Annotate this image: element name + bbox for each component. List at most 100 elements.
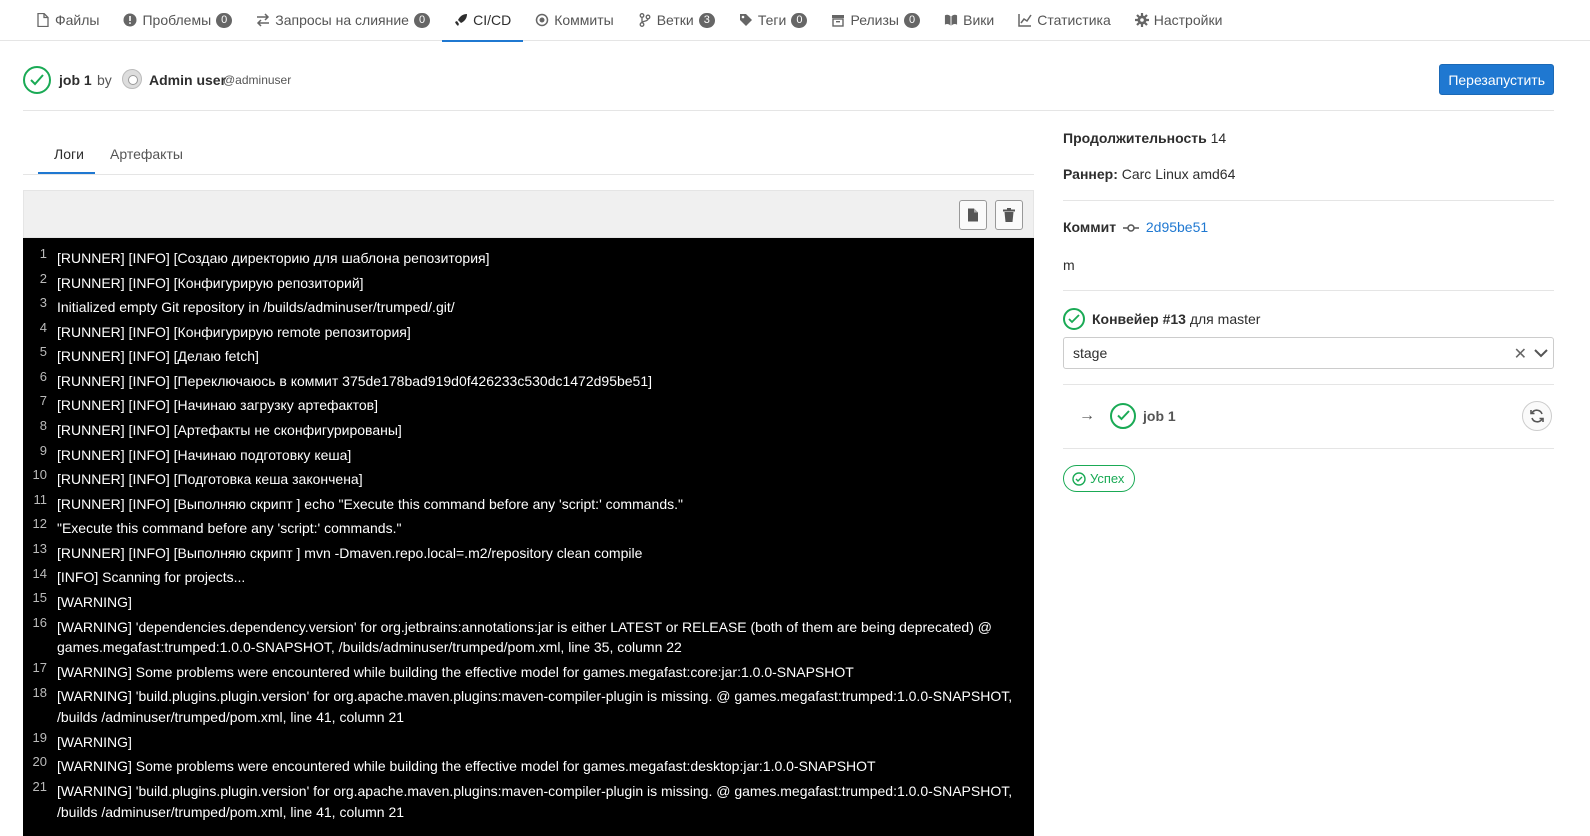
nav-issues[interactable]: Проблемы 0 [111, 0, 244, 41]
log-line-text: [RUNNER] [INFO] [Делаю fetch] [57, 348, 259, 365]
clear-icon[interactable]: ✕ [1514, 344, 1527, 364]
log-line-number[interactable]: 11 [23, 492, 57, 517]
log-line-number[interactable]: 3 [23, 295, 57, 320]
arrow-right-icon: → [1079, 407, 1095, 424]
log-line-text: [RUNNER] [INFO] [Подготовка кеша законче… [57, 471, 363, 488]
log-line-number[interactable]: 19 [23, 730, 57, 755]
log-line: 21 [WARNING] 'build.plugins.plugin.versio… [23, 779, 1034, 824]
log-line-text: [WARNING] Some problems were encountered… [57, 758, 876, 775]
erase-log-button[interactable] [995, 200, 1023, 230]
nav-issues-label: Проблемы [142, 12, 212, 28]
log-line-number[interactable]: 20 [23, 754, 57, 779]
log-line-text: [WARNING] Some problems were encountered… [57, 663, 854, 680]
commit-label: Коммит [1063, 219, 1117, 235]
log-line: 15 [WARNING] [23, 590, 1034, 615]
job-sidebar: Продолжительность 14 Раннер: Carc Linux … [1063, 111, 1554, 836]
check-circle-icon [1072, 471, 1086, 486]
job-list-name[interactable]: job 1 [1143, 408, 1176, 424]
log-line-number[interactable]: 9 [23, 443, 57, 468]
status-label: Успех [1090, 471, 1125, 486]
job-retry-button[interactable] [1522, 401, 1552, 431]
nav-files-label: Файлы [55, 12, 100, 28]
raw-log-button[interactable] [959, 200, 987, 230]
log-line: 4 [RUNNER] [INFO] [Конфигурирую remote ре… [23, 320, 1034, 345]
job-success-icon [1110, 403, 1136, 429]
branches-count-badge: 3 [698, 12, 715, 28]
tag-icon [739, 14, 752, 26]
log-line-number[interactable]: 17 [23, 660, 57, 685]
log-line-number[interactable]: 5 [23, 344, 57, 369]
nav-cicd-label: CI/CD [473, 12, 512, 28]
commit-icon [1122, 224, 1139, 233]
nav-settings[interactable]: Настройки [1123, 0, 1235, 41]
pipeline-row: Конвейер #13 для master [1092, 311, 1260, 327]
log-line-text: [RUNNER] [INFO] [Выполняю скрипт ] mvn -… [57, 544, 643, 561]
job-header: job 1 by Admin user @adminuser Перезапус… [23, 63, 1554, 111]
retry-button[interactable]: Перезапустить [1439, 64, 1554, 95]
log-line: 8 [RUNNER] [INFO] [Артефакты не сконфигур… [23, 418, 1034, 443]
nav-wiki[interactable]: Вики [932, 0, 1006, 41]
log-line-number[interactable]: 1 [23, 246, 57, 271]
log-line-text: [RUNNER] [INFO] [Создаю директорию для ш… [57, 249, 490, 266]
log-line: 18 [WARNING] 'build.plugins.plugin.versio… [23, 685, 1034, 730]
job-list-item[interactable]: → job 1 [1063, 391, 1554, 443]
releases-count-badge: 0 [903, 12, 921, 28]
stage-dropdown[interactable]: stage ✕ [1063, 337, 1554, 369]
duration-label: Продолжительность [1063, 130, 1207, 146]
pipeline-link[interactable]: Конвейер #13 [1092, 311, 1186, 327]
log-line-number[interactable]: 18 [23, 685, 57, 730]
log-line-text: [RUNNER] [INFO] [Конфигурирую remote реп… [57, 323, 411, 340]
log-line-text: [WARNING] [57, 594, 132, 611]
log-line-number[interactable]: 16 [23, 615, 57, 660]
log-line-number[interactable]: 14 [23, 566, 57, 591]
runner-label: Раннер: [1063, 166, 1118, 182]
nav-tags-label: Теги [757, 12, 787, 28]
divider [1063, 200, 1554, 201]
avatar[interactable] [122, 69, 142, 89]
author-handle: @adminuser [223, 73, 292, 87]
commit-sha-link[interactable]: 2d95be51 [1146, 219, 1208, 235]
log-line-number[interactable]: 6 [23, 369, 57, 394]
commit-row: Коммит 2d95be51 [1063, 219, 1208, 235]
log-line-number[interactable]: 4 [23, 320, 57, 345]
nav-tags[interactable]: Теги 0 [727, 0, 820, 41]
nav-merge-requests-label: Запросы на слияние [275, 12, 409, 28]
success-status-icon [23, 66, 51, 94]
log-line-number[interactable]: 10 [23, 467, 57, 492]
log-line-number[interactable]: 15 [23, 590, 57, 615]
log-line-number[interactable]: 7 [23, 393, 57, 418]
chevron-down-icon[interactable] [1533, 345, 1549, 361]
divider [1063, 448, 1554, 449]
commit-message: m [1063, 257, 1075, 273]
log-line-number[interactable]: 13 [23, 541, 57, 566]
nav-settings-label: Настройки [1153, 12, 1223, 28]
log-toolbar [23, 190, 1034, 238]
log-line-number[interactable]: 21 [23, 779, 57, 824]
trash-icon [1003, 208, 1015, 222]
nav-branches[interactable]: Ветки 3 [626, 0, 727, 41]
status-badge: Успех [1063, 465, 1136, 492]
tab-artifacts[interactable]: Артефакты [110, 146, 183, 162]
log-line-text: [RUNNER] [INFO] [Переключаюсь в коммит 3… [57, 372, 653, 389]
log-line-number[interactable]: 2 [23, 271, 57, 296]
log-line: 7 [RUNNER] [INFO] [Начинаю загрузку артеф… [23, 393, 1034, 418]
nav-merge-requests[interactable]: Запросы на слияние 0 [244, 0, 442, 41]
log-line-text: [RUNNER] [INFO] [Конфигурирую репозитори… [57, 274, 364, 291]
nav-cicd[interactable]: CI/CD [442, 0, 524, 42]
nav-files[interactable]: Файлы [24, 0, 111, 41]
project-nav: Файлы Проблемы 0 Запросы на слияние 0 CI… [0, 0, 1590, 42]
tab-logs[interactable]: Логи [54, 146, 84, 162]
log-line-number[interactable]: 12 [23, 516, 57, 541]
file-icon [37, 13, 49, 27]
log-line-text: [RUNNER] [INFO] [Начинаю подготовку кеша… [57, 446, 352, 463]
log-line-number[interactable]: 8 [23, 418, 57, 443]
rocket-icon [455, 14, 468, 26]
log-line: 10 [RUNNER] [INFO] [Подготовка кеша закон… [23, 467, 1034, 492]
nav-commits[interactable]: Коммиты [523, 0, 626, 41]
nav-releases[interactable]: Релизы 0 [819, 0, 932, 41]
divider [1063, 290, 1554, 291]
duration-value: 14 [1210, 130, 1227, 146]
log-line: 12 "Execute this command before any 'scri… [23, 516, 1034, 541]
nav-stats[interactable]: Статистика [1006, 0, 1123, 41]
author-name[interactable]: Admin user [149, 72, 226, 88]
